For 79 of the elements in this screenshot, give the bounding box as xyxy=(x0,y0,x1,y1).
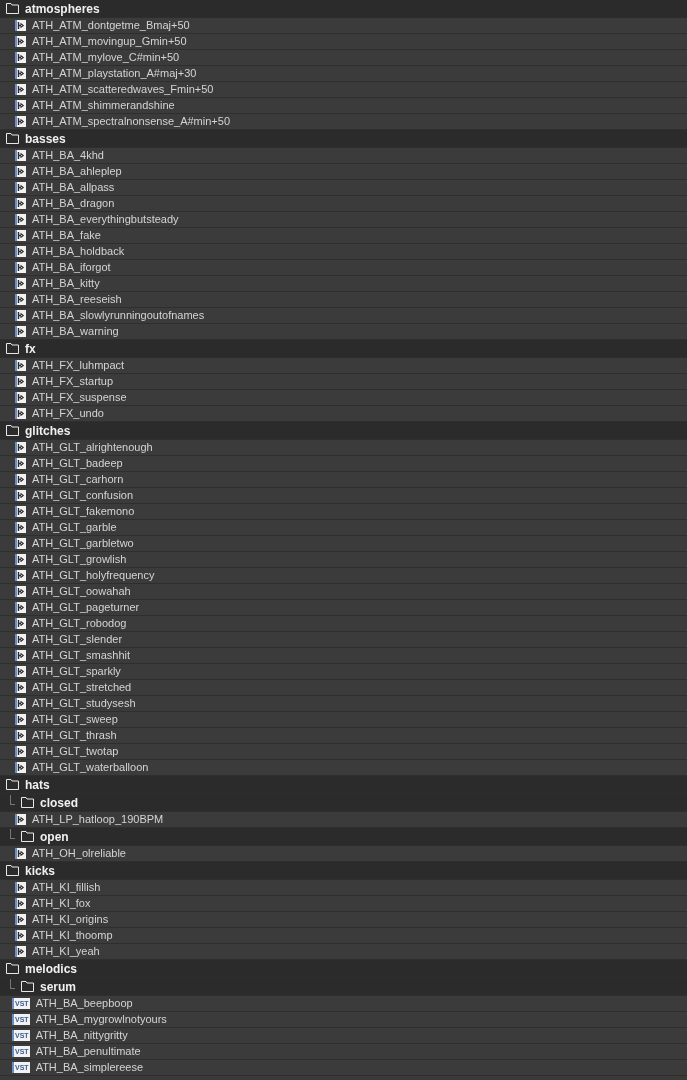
file-name[interactable]: ATH_GLT_fakemono xyxy=(32,506,135,517)
file-name[interactable]: ATH_FX_startup xyxy=(32,376,114,387)
file-name[interactable]: ATH_FX_suspense xyxy=(32,392,127,403)
file-name[interactable]: ATH_ATM_dontgetme_Bmaj+50 xyxy=(32,20,190,31)
file-name[interactable]: ATH_BA_ahleplep xyxy=(32,166,122,177)
file-name[interactable]: ATH_BA_holdback xyxy=(32,246,125,257)
file-name[interactable]: ATH_LP_hatloop_190BPM xyxy=(32,814,164,825)
file-name[interactable]: ATH_BA_beepboop xyxy=(35,998,133,1009)
file-name[interactable]: ATH_OH_olreliable xyxy=(32,848,126,859)
folder-name[interactable]: fx xyxy=(25,342,36,355)
file-name[interactable]: ATH_KI_fillish xyxy=(32,882,101,893)
folder-name[interactable]: hats xyxy=(25,778,50,791)
file-name[interactable]: ATH_GLT_holyfrequency xyxy=(32,570,155,581)
folder-icon xyxy=(21,981,34,992)
file-name[interactable]: ATH_KI_origins xyxy=(32,914,109,925)
file-name[interactable]: ATH_BA_dragon xyxy=(32,198,115,209)
file-name[interactable]: ATH_GLT_stretched xyxy=(32,682,132,693)
file-name[interactable]: ATH_GLT_alrightenough xyxy=(32,442,153,453)
folder-icon xyxy=(6,425,19,436)
folder-name[interactable]: open xyxy=(40,830,69,843)
file-name[interactable]: ATH_ATM_spectralnonsense_A#min+50 xyxy=(32,116,230,127)
file-name[interactable]: ATH_FX_undo xyxy=(32,408,104,419)
folder-icon xyxy=(6,865,19,876)
file-name[interactable]: ATH_KI_thoomp xyxy=(32,930,113,941)
folder-icon xyxy=(6,343,19,354)
tree-line xyxy=(10,828,15,839)
folder-icon xyxy=(21,831,34,842)
file-name[interactable]: ATH_GLT_carhorn xyxy=(32,474,124,485)
file-name[interactable]: ATH_ATM_playstation_A#maj+30 xyxy=(32,68,197,79)
file-name[interactable]: ATH_BA_nittygritty xyxy=(35,1030,128,1041)
file-name[interactable]: ATH_BA_everythingbutsteady xyxy=(32,214,179,225)
file-name[interactable]: ATH_GLT_sweep xyxy=(32,714,118,725)
file-name[interactable]: ATH_BA_slowlyrunningoutofnames xyxy=(32,310,205,321)
file-name[interactable]: ATH_ATM_movingup_Gmin+50 xyxy=(32,36,187,47)
folder-icon xyxy=(6,963,19,974)
file-name[interactable]: ATH_KI_fox xyxy=(32,898,91,909)
file-name[interactable]: ATH_ATM_scatteredwaves_Fmin+50 xyxy=(32,84,214,95)
file-name[interactable]: ATH_GLT_pageturner xyxy=(32,602,140,613)
folder-icon xyxy=(6,3,19,14)
folder-name[interactable]: serum xyxy=(40,980,77,993)
folder-icon xyxy=(6,133,19,144)
folder-name[interactable]: melodics xyxy=(25,962,78,975)
folder-icon xyxy=(21,797,34,808)
file-name[interactable]: ATH_GLT_slender xyxy=(32,634,123,645)
file-name[interactable]: ATH_ATM_shimmerandshine xyxy=(32,100,175,111)
folder-icon xyxy=(6,779,19,790)
file-name[interactable]: ATH_GLT_garble xyxy=(32,522,117,533)
file-name[interactable]: ATH_GLT_robodog xyxy=(32,618,127,629)
folder-name[interactable]: atmospheres xyxy=(25,2,100,15)
folder-name[interactable]: kicks xyxy=(25,864,56,877)
file-name[interactable]: ATH_BA_penultimate xyxy=(35,1046,141,1057)
file-name[interactable]: ATH_BA_fake xyxy=(32,230,101,241)
tree-line xyxy=(10,794,15,805)
file-name[interactable]: ATH_BA_allpass xyxy=(32,182,115,193)
file-name[interactable]: ATH_ATM_mylove_C#min+50 xyxy=(32,52,180,63)
file-name[interactable]: ATH_GLT_badeep xyxy=(32,458,123,469)
file-name[interactable]: ATH_BA_warning xyxy=(32,326,119,337)
folder-name[interactable]: closed xyxy=(40,796,78,809)
file-name[interactable]: ATH_GLT_sparkly xyxy=(32,666,121,677)
file-name[interactable]: ATH_FX_luhmpact xyxy=(32,360,125,371)
file-name[interactable]: ATH_BA_mygrowlnotyours xyxy=(35,1014,167,1025)
file-name[interactable]: ATH_GLT_studysesh xyxy=(32,698,136,709)
file-name[interactable]: ATH_BA_4khd xyxy=(32,150,104,161)
tree-line xyxy=(10,978,15,989)
file-name[interactable]: ATH_GLT_oowahah xyxy=(32,586,131,597)
file-name[interactable]: ATH_GLT_confusion xyxy=(32,490,134,501)
file-name[interactable]: ATH_GLT_growlish xyxy=(32,554,127,565)
file-name[interactable]: ATH_BA_kitty xyxy=(32,278,100,289)
file-name[interactable]: ATH_BA_simplereese xyxy=(35,1062,144,1073)
folder-name[interactable]: basses xyxy=(25,132,66,145)
file-name[interactable]: ATH_BA_reeseish xyxy=(32,294,122,305)
file-name[interactable]: ATH_KI_yeah xyxy=(32,946,100,957)
file-name[interactable]: ATH_GLT_garbletwo xyxy=(32,538,134,549)
folder-name[interactable]: glitches xyxy=(25,424,71,437)
file-name[interactable]: ATH_BA_iforgot xyxy=(32,262,111,273)
file-name[interactable]: ATH_GLT_twotap xyxy=(32,746,119,757)
file-name[interactable]: ATH_GLT_waterballoon xyxy=(32,762,149,773)
file-name[interactable]: ATH_GLT_thrash xyxy=(32,730,117,741)
file-name[interactable]: ATH_GLT_smashhit xyxy=(32,650,130,661)
